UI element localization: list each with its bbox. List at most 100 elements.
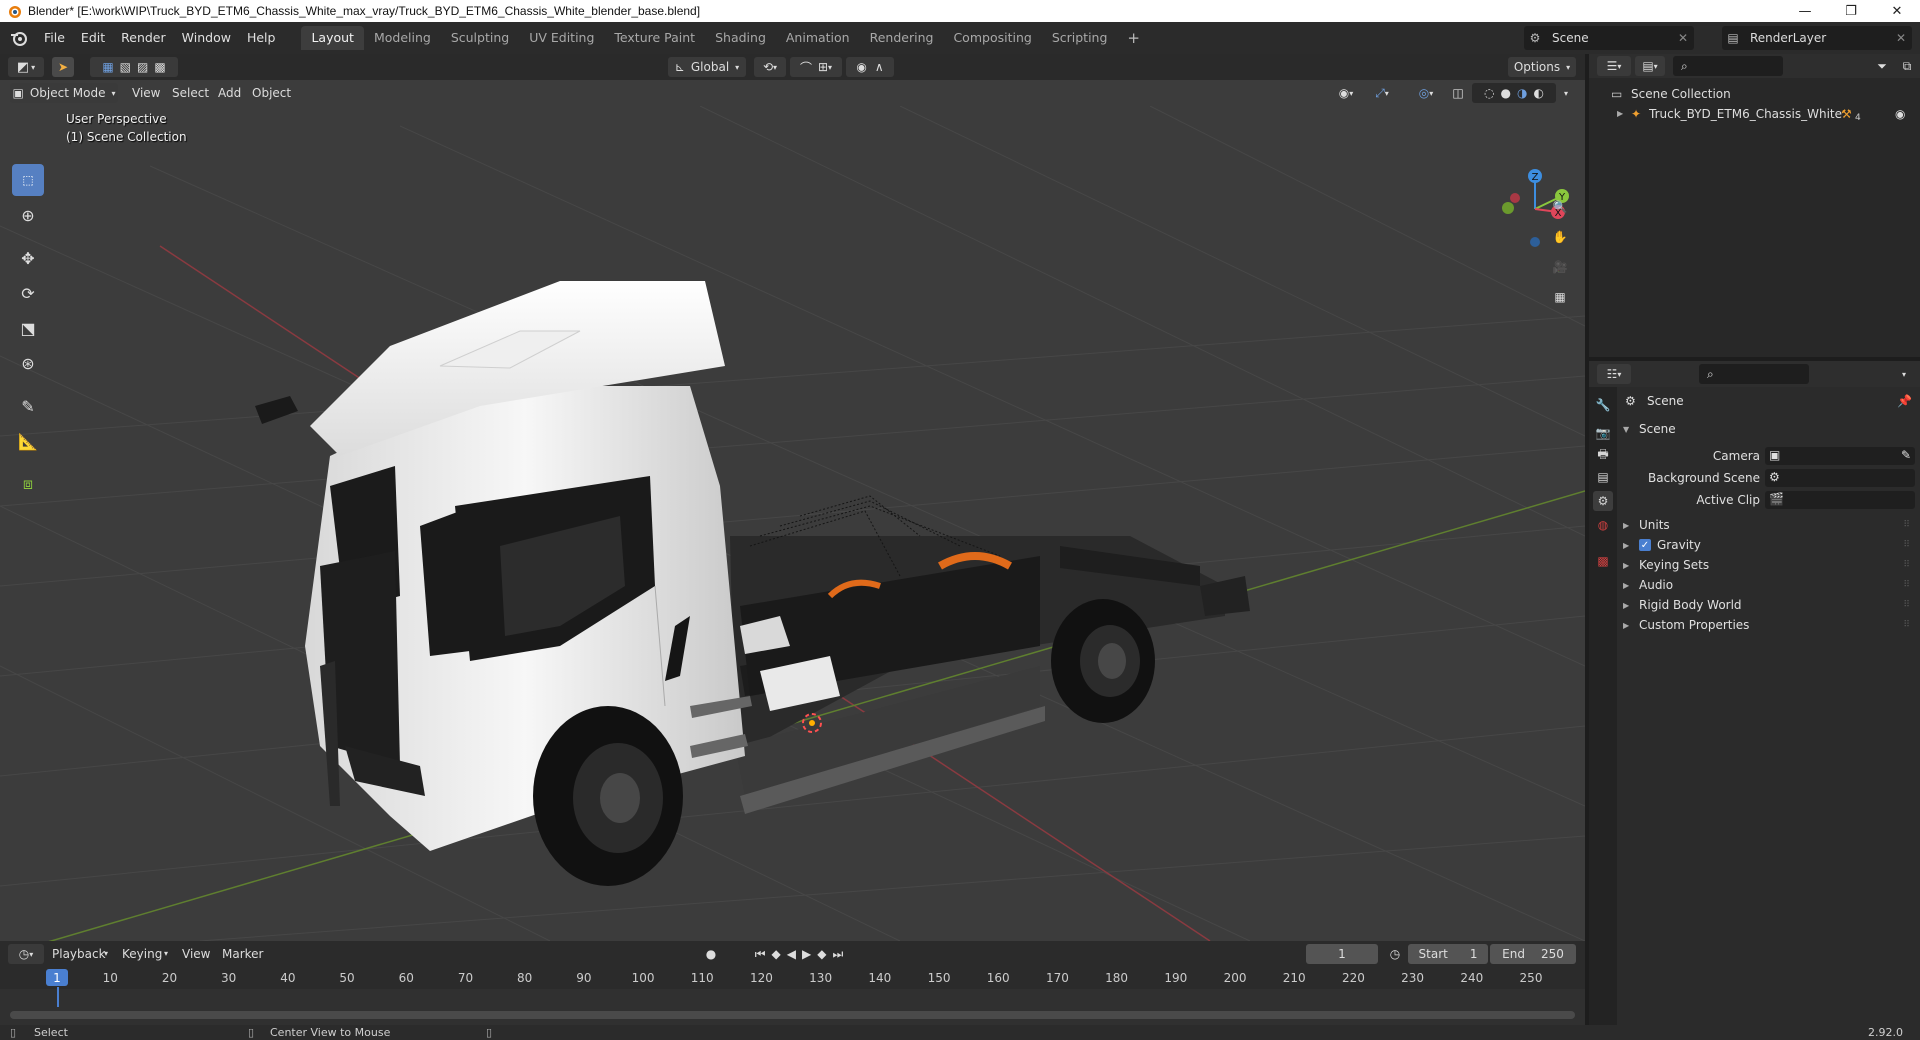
- drag-handle-icon[interactable]: ⠿: [1903, 580, 1910, 590]
- new-collection-button[interactable]: ⧉: [1897, 56, 1917, 76]
- panel-rigid-body-world[interactable]: ▶ Rigid Body World ⠿: [1623, 595, 1916, 615]
- tab-output[interactable]: 🖶: [1593, 445, 1613, 465]
- background-scene-field[interactable]: ⚙: [1765, 469, 1915, 487]
- properties-options-button[interactable]: ▾: [1894, 364, 1914, 384]
- timeline-menu-keying[interactable]: Keying: [122, 944, 162, 964]
- tab-scene[interactable]: ⚙: [1593, 491, 1613, 511]
- expand-arrow-icon[interactable]: ▶: [1617, 104, 1623, 124]
- panel-audio[interactable]: ▶ Audio ⠿: [1623, 575, 1916, 595]
- next-keyframe-icon[interactable]: ◆: [817, 947, 826, 961]
- transform-tool[interactable]: ⊛: [12, 347, 44, 379]
- gizmo-toggle-button[interactable]: ⤢ ▾: [1366, 83, 1398, 103]
- eyedropper-icon[interactable]: ✎: [1901, 448, 1911, 462]
- menu-window[interactable]: Window: [174, 22, 239, 54]
- display-mode-button[interactable]: ▤ ▾: [1635, 56, 1665, 76]
- options-dropdown[interactable]: Options ▾: [1508, 57, 1576, 77]
- outliner-search-input[interactable]: ⌕: [1673, 56, 1783, 76]
- rotate-tool[interactable]: ⟳: [12, 277, 44, 309]
- play-icon[interactable]: ▶: [802, 947, 811, 961]
- gizmo-neg-z-handle[interactable]: [1530, 237, 1540, 247]
- scene-close-icon[interactable]: ✕: [1678, 31, 1688, 45]
- view-layer-selector[interactable]: ▤ RenderLayer ✕: [1722, 26, 1912, 50]
- start-frame-field[interactable]: Start 1: [1408, 944, 1488, 964]
- tab-scripting[interactable]: Scripting: [1042, 26, 1118, 50]
- tab-view-layer[interactable]: ▤: [1593, 467, 1613, 487]
- active-clip-field[interactable]: 🎬: [1765, 491, 1915, 509]
- camera-view-button[interactable]: 🎥: [1547, 254, 1573, 280]
- timeline-ruler[interactable]: 1 10 20 30 40 50 60 70 80 90 100 110 120 130 140 150 160…: [0, 967, 1585, 989]
- viewport-menu-object[interactable]: Object: [252, 83, 291, 103]
- panel-units[interactable]: ▶ Units ⠿: [1623, 515, 1916, 535]
- pivot-point-button[interactable]: ⟲ ▾: [754, 57, 786, 77]
- overlays-button[interactable]: ◎ ▾: [1410, 83, 1442, 103]
- menu-file[interactable]: File: [36, 22, 73, 54]
- outliner-row-object[interactable]: ▶ ✦ Truck_BYD_ETM6_Chassis_White ⚒ 4 ◉: [1589, 104, 1920, 124]
- record-button[interactable]: ●: [698, 944, 724, 964]
- visibility-button[interactable]: ◉ ▾: [1330, 83, 1362, 103]
- selection-mode-buttons[interactable]: ▦ ▧ ▨ ▩: [90, 57, 178, 77]
- panel-keying-sets[interactable]: ▶ Keying Sets ⠿: [1623, 555, 1916, 575]
- shading-mode-buttons[interactable]: ◌ ● ◑ ◐: [1472, 83, 1556, 103]
- jump-start-icon[interactable]: ⏮: [755, 947, 766, 962]
- tab-rendering[interactable]: Rendering: [860, 26, 944, 50]
- viewport-menu-add[interactable]: Add: [218, 83, 241, 103]
- menu-help[interactable]: Help: [239, 22, 284, 54]
- gizmo-neg-x-handle[interactable]: [1510, 193, 1520, 203]
- tab-uv-editing[interactable]: UV Editing: [519, 26, 604, 50]
- annotate-tool[interactable]: ✎: [12, 390, 44, 422]
- modifier-icon[interactable]: ⚒: [1841, 104, 1852, 124]
- tab-world[interactable]: ◍: [1593, 515, 1613, 535]
- add-workspace-button[interactable]: +: [1117, 26, 1150, 50]
- snap-button[interactable]: ⌒ ⊞ ▾: [790, 57, 842, 77]
- timeline-menu-view[interactable]: View: [182, 944, 210, 964]
- panel-custom-properties[interactable]: ▶ Custom Properties ⠿: [1623, 615, 1916, 635]
- tab-tool[interactable]: 🔧: [1593, 395, 1613, 415]
- select-tool-button[interactable]: ➤: [52, 57, 74, 77]
- viewport-canvas[interactable]: [0, 106, 1585, 941]
- tab-sculpting[interactable]: Sculpting: [441, 26, 519, 50]
- eye-visibility-icon[interactable]: ◉: [1895, 104, 1905, 124]
- scene-selector[interactable]: ⚙ Scene ✕: [1524, 26, 1694, 50]
- blender-menu-icon[interactable]: [8, 27, 30, 49]
- drag-handle-icon[interactable]: ⠿: [1903, 600, 1910, 610]
- jump-end-icon[interactable]: ⏭: [832, 947, 843, 962]
- scale-tool[interactable]: ⬔: [12, 312, 44, 344]
- select-box-tool[interactable]: ⬚: [12, 164, 44, 196]
- cursor-tool[interactable]: ⊕: [12, 199, 44, 231]
- timeline-editor-type-button[interactable]: ◷ ▾: [8, 944, 44, 964]
- tab-shading[interactable]: Shading: [705, 26, 776, 50]
- perspective-toggle-button[interactable]: ▦: [1547, 284, 1573, 310]
- tab-layout[interactable]: Layout: [301, 26, 364, 50]
- properties-editor-type-button[interactable]: ☷ ▾: [1597, 364, 1631, 384]
- move-tool[interactable]: ✥: [12, 242, 44, 274]
- prev-keyframe-icon[interactable]: ◆: [772, 947, 781, 961]
- gravity-checkbox[interactable]: ✓: [1639, 539, 1651, 551]
- end-frame-field[interactable]: End 250: [1490, 944, 1576, 964]
- editor-type-button[interactable]: ◩ ▾: [8, 57, 44, 77]
- menu-render[interactable]: Render: [113, 22, 174, 54]
- properties-search-input[interactable]: ⌕: [1699, 364, 1809, 384]
- mode-dropdown[interactable]: ▣ Object Mode ▾: [10, 83, 118, 103]
- tab-modeling[interactable]: Modeling: [364, 26, 441, 50]
- play-reverse-icon[interactable]: ◀: [787, 947, 796, 961]
- timeline-body[interactable]: [0, 987, 1585, 1025]
- tab-texture[interactable]: ▩: [1593, 551, 1613, 571]
- timeline-scrollbar[interactable]: [10, 1011, 1575, 1019]
- add-cube-tool[interactable]: ⧈: [12, 468, 44, 500]
- drag-handle-icon[interactable]: ⠿: [1903, 620, 1910, 630]
- shading-options-button[interactable]: ▾: [1558, 83, 1574, 103]
- 3d-viewport[interactable]: ◩ ▾ ➤ ▦ ▧ ▨ ▩ ⊾ Global ▾ ⟲ ▾ ⌒ ⊞ ▾ ◉ ∧ Option…: [0, 54, 1585, 941]
- timeline-menu-marker[interactable]: Marker: [222, 944, 263, 964]
- panel-gravity[interactable]: ▶ ✓ Gravity ⠿: [1623, 535, 1916, 555]
- xray-button[interactable]: ◫: [1448, 83, 1468, 103]
- pan-button[interactable]: ✋: [1547, 224, 1573, 250]
- measure-tool[interactable]: 📐: [12, 425, 44, 457]
- gizmo-neg-y-handle[interactable]: [1502, 202, 1514, 214]
- view-layer-close-icon[interactable]: ✕: [1896, 31, 1906, 45]
- tab-compositing[interactable]: Compositing: [943, 26, 1041, 50]
- timeline-menu-playback[interactable]: Playback: [52, 944, 106, 964]
- tab-render[interactable]: 📷: [1593, 423, 1613, 443]
- menu-edit[interactable]: Edit: [73, 22, 113, 54]
- camera-field[interactable]: ▣ ✎: [1765, 447, 1915, 465]
- close-button[interactable]: ✕: [1874, 0, 1920, 22]
